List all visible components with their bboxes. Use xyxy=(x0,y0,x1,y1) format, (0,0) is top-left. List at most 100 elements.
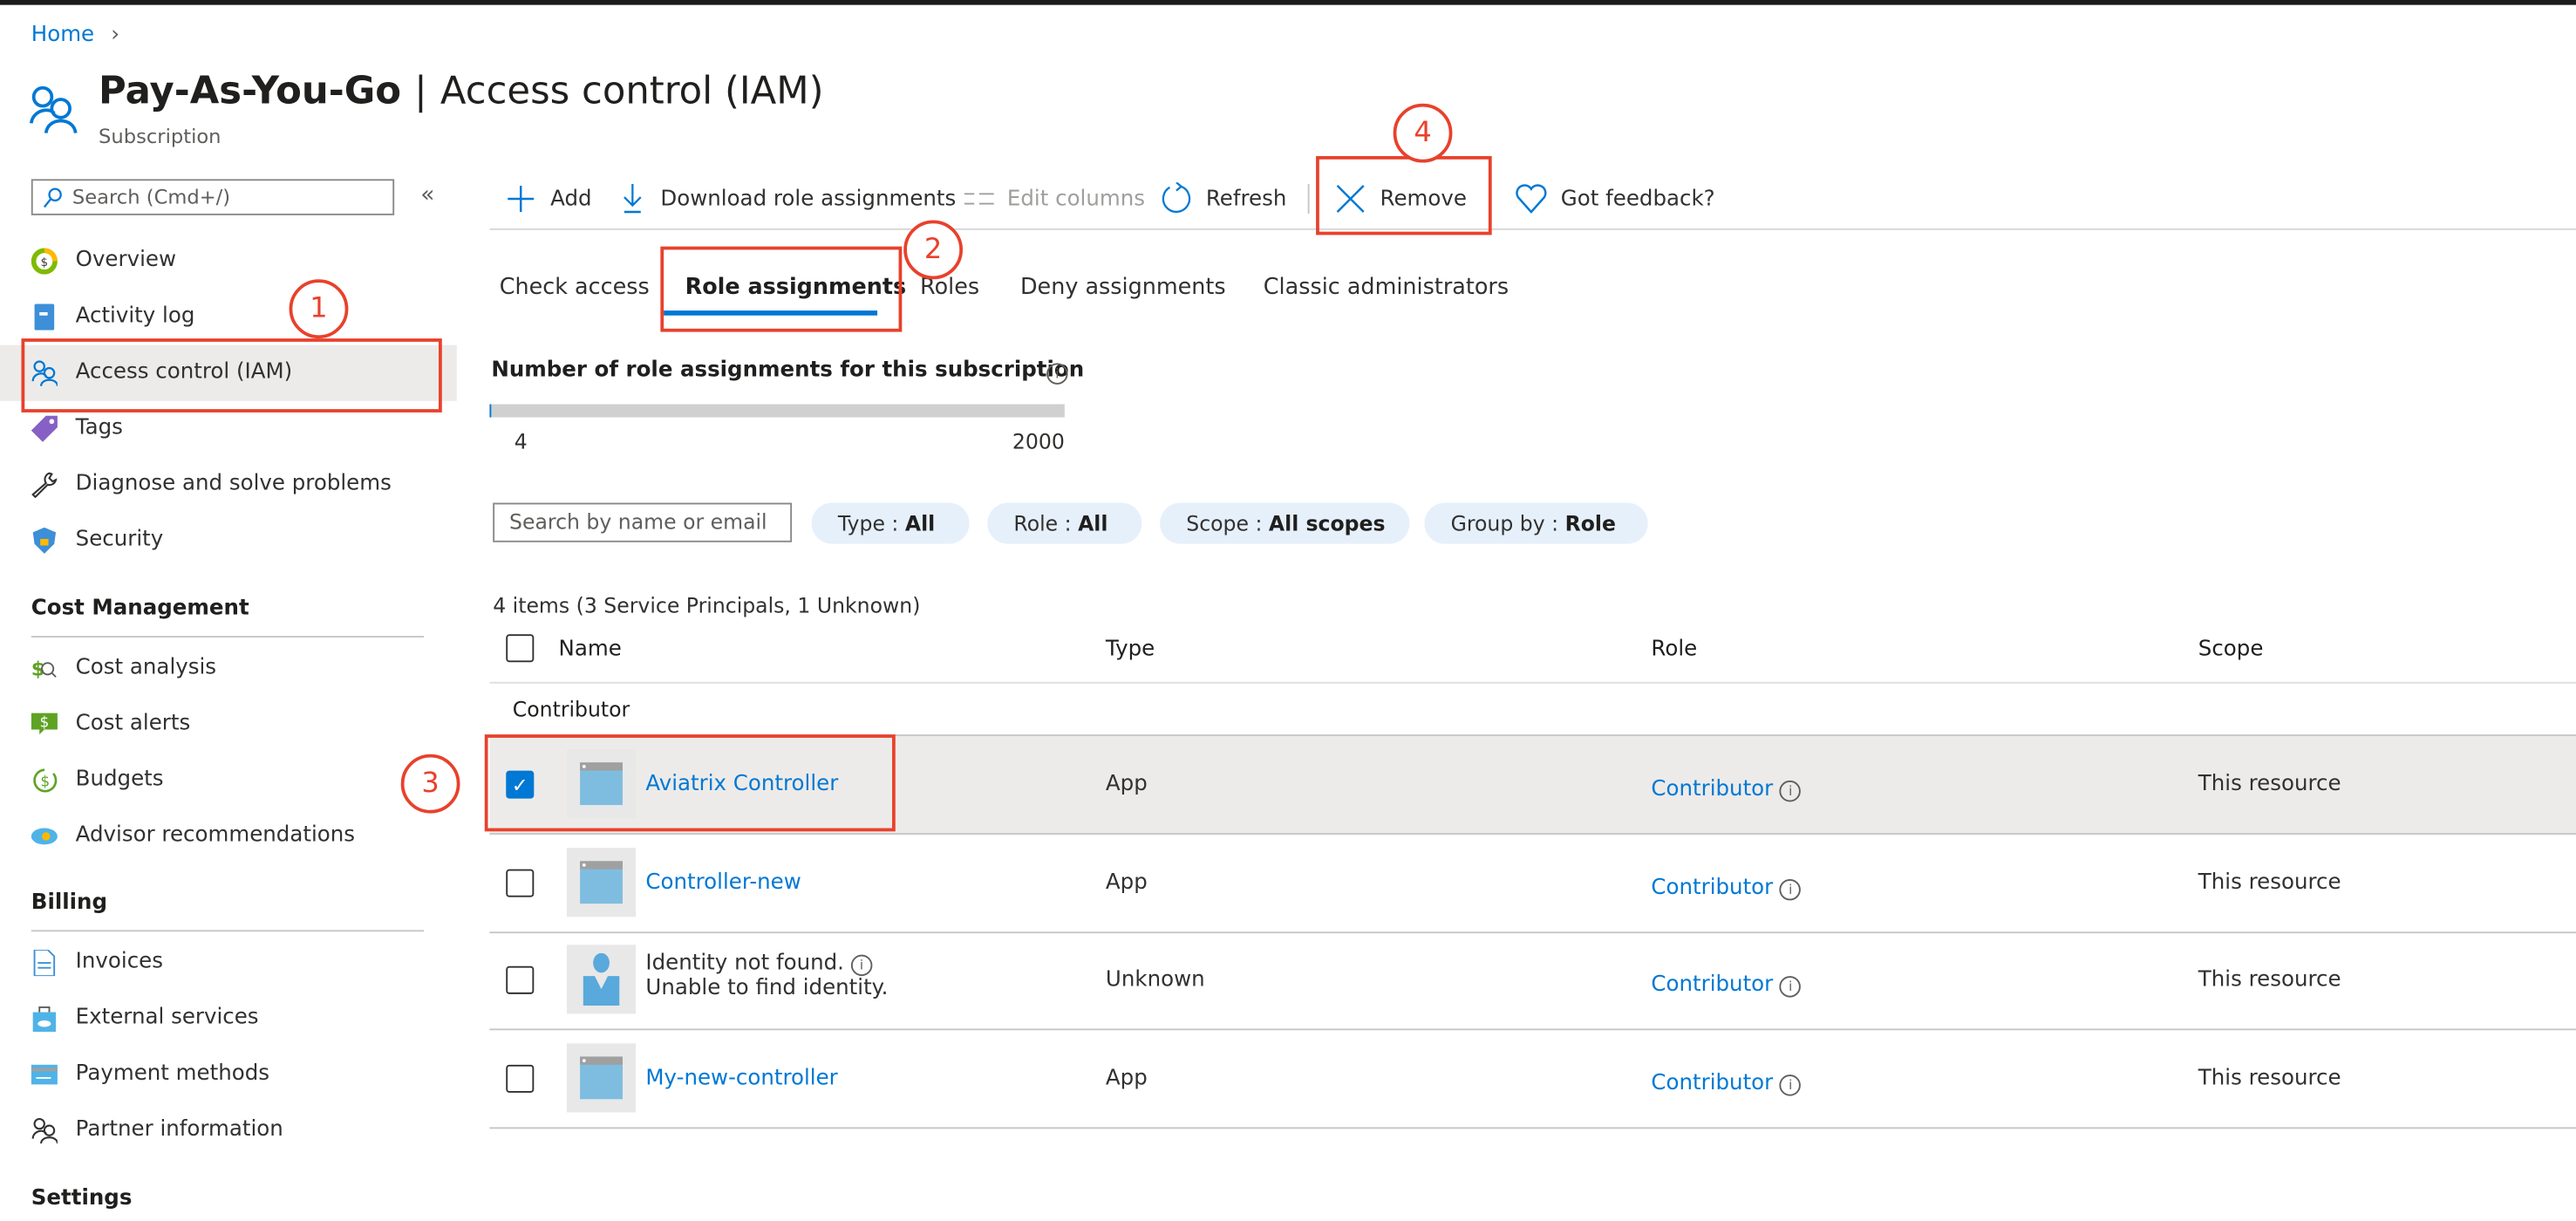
table-row[interactable]: Controller-new App Contributor i This resou… xyxy=(489,834,2576,933)
sidebar-item-cost-analysis[interactable]: $ Cost analysis xyxy=(0,641,457,697)
breadcrumb: Home › xyxy=(31,23,119,47)
item-count: 4 items (3 Service Principals, 1 Unknown… xyxy=(493,593,921,618)
people-icon xyxy=(31,1117,58,1144)
usage-bar-fill xyxy=(489,404,493,418)
pill-value: All xyxy=(904,510,936,536)
feedback-label: Got feedback? xyxy=(1560,187,1715,213)
refresh-icon xyxy=(1162,182,1191,213)
info-icon[interactable]: i xyxy=(1780,780,1802,802)
info-icon[interactable]: i xyxy=(1780,976,1802,998)
toolbar-divider xyxy=(1307,184,1310,214)
sidebar-item-diagnose[interactable]: Diagnose and solve problems xyxy=(0,457,457,513)
row-name-link[interactable]: My-new-controller xyxy=(645,1066,837,1090)
sidebar-item-label: Cost alerts xyxy=(75,711,191,737)
row-name-link[interactable]: Controller-new xyxy=(645,870,801,895)
column-header-role[interactable]: Role xyxy=(1651,638,1697,662)
refresh-button[interactable]: Refresh xyxy=(1162,182,1287,217)
search-placeholder: Search (Cmd+/) xyxy=(72,185,231,209)
identity-not-found-text: Identity not found. i Unable to find iden… xyxy=(645,952,888,1001)
collapse-sidebar-button[interactable]: « xyxy=(420,182,434,208)
page-title: Pay-As-You-Go | Access control (IAM) xyxy=(99,71,824,113)
pill-key: Scope : xyxy=(1186,510,1269,536)
info-icon[interactable]: i xyxy=(1046,363,1068,385)
role-link[interactable]: Contributor xyxy=(1651,972,1773,997)
role-link[interactable]: Contributor xyxy=(1651,875,1773,899)
row-scope: This resource xyxy=(2198,1065,2341,1091)
sidebar-item-cost-alerts[interactable]: $ Cost alerts xyxy=(0,697,457,753)
header-divider xyxy=(489,681,2576,684)
sidebar-item-overview[interactable]: $ Overview xyxy=(0,234,457,290)
sidebar-item-label: External services xyxy=(75,1006,259,1031)
top-bar xyxy=(0,0,2576,5)
tag-icon xyxy=(31,415,58,442)
tab-classic-administrators[interactable]: Classic administrators xyxy=(1264,275,1509,301)
column-header-scope[interactable]: Scope xyxy=(2198,638,2264,662)
column-header-type[interactable]: Type xyxy=(1106,638,1155,662)
row-checkbox[interactable] xyxy=(506,1063,535,1092)
annotation-box-4 xyxy=(1316,155,1492,235)
wrench-icon xyxy=(31,472,58,498)
pill-value: Role xyxy=(1564,510,1616,536)
feedback-button[interactable]: Got feedback? xyxy=(1515,184,1715,217)
role-link[interactable]: Contributor xyxy=(1651,1070,1773,1095)
row-type: App xyxy=(1105,772,1148,797)
svg-text:$: $ xyxy=(39,713,49,731)
sidebar-item-security[interactable]: Security xyxy=(0,513,457,569)
sidebar-item-external-services[interactable]: External services xyxy=(0,991,457,1047)
select-all-checkbox[interactable] xyxy=(506,634,535,663)
row-role: Contributor i xyxy=(1651,875,1802,900)
app-icon xyxy=(566,1042,637,1112)
tab-check-access[interactable]: Check access xyxy=(500,275,650,301)
role-filter-pill[interactable]: Role : All xyxy=(987,502,1142,544)
unknown-user-icon xyxy=(566,945,637,1014)
info-icon[interactable]: i xyxy=(850,954,873,977)
row-checkbox[interactable] xyxy=(506,965,535,994)
divider xyxy=(31,930,425,932)
refresh-label: Refresh xyxy=(1205,187,1287,213)
advisor-icon xyxy=(31,828,58,845)
shopping-bag-icon xyxy=(32,1006,57,1033)
row-scope: This resource xyxy=(2198,870,2341,895)
add-label: Add xyxy=(550,187,592,213)
row-name-detail: Unable to find identity. xyxy=(645,976,889,1001)
row-type: App xyxy=(1105,870,1148,895)
role-link[interactable]: Contributor xyxy=(1651,777,1773,801)
add-button[interactable]: Add xyxy=(508,184,593,217)
table-row[interactable]: My-new-controller App Contributor i This re… xyxy=(489,1029,2576,1129)
edit-columns-button[interactable]: Edit columns xyxy=(964,184,1145,217)
column-header-name[interactable]: Name xyxy=(559,638,622,662)
sidebar-item-label: Tags xyxy=(75,415,123,440)
pill-key: Group by : xyxy=(1450,510,1565,536)
download-label: Download role assignments xyxy=(660,187,957,213)
sidebar-item-activity-log[interactable]: Activity log xyxy=(0,290,457,345)
usage-current: 4 xyxy=(514,428,528,454)
section-heading-billing: Billing xyxy=(31,890,108,916)
budgets-icon: $ xyxy=(33,768,58,793)
info-icon[interactable]: i xyxy=(1780,877,1802,900)
sidebar-item-advisor[interactable]: Advisor recommendations xyxy=(0,808,457,864)
svg-text:$: $ xyxy=(31,658,45,680)
svg-text:$: $ xyxy=(40,772,50,789)
group-header-contributor: Contributor xyxy=(512,696,630,722)
sidebar-item-payment-methods[interactable]: Payment methods xyxy=(0,1047,457,1102)
download-role-assignments-button[interactable]: Download role assignments xyxy=(621,184,956,217)
sidebar-item-partner-information[interactable]: Partner information xyxy=(0,1102,457,1158)
search-by-name-input[interactable]: Search by name or email xyxy=(493,502,793,542)
divider xyxy=(31,636,425,638)
sidebar-item-invoices[interactable]: Invoices xyxy=(0,935,457,991)
breadcrumb-home-link[interactable]: Home xyxy=(31,23,94,47)
annotation-marker-4: 4 xyxy=(1393,103,1453,163)
scope-filter-pill[interactable]: Scope : All scopes xyxy=(1160,502,1410,544)
sidebar-search-input[interactable]: Search (Cmd+/) xyxy=(31,179,395,215)
info-icon[interactable]: i xyxy=(1780,1074,1802,1095)
table-row[interactable]: Identity not found. i Unable to find iden… xyxy=(489,931,2576,1031)
pill-value: All xyxy=(1078,510,1108,536)
group-by-pill[interactable]: Group by : Role xyxy=(1424,502,1648,544)
sidebar-item-budgets[interactable]: $ Budgets xyxy=(0,753,457,808)
sidebar-item-label: Activity log xyxy=(75,304,195,329)
heart-icon xyxy=(1516,184,1547,214)
row-checkbox[interactable] xyxy=(506,868,535,897)
role-assignment-count-label: Number of role assignments for this subs… xyxy=(491,358,1085,383)
type-filter-pill[interactable]: Type : All xyxy=(811,502,970,544)
tab-deny-assignments[interactable]: Deny assignments xyxy=(1020,275,1226,301)
